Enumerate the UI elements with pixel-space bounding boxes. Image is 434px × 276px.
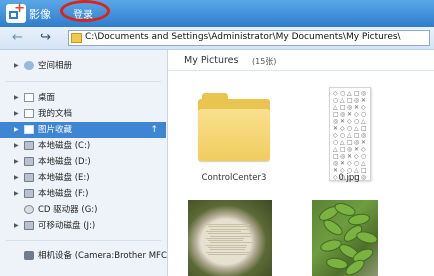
noodle-strand [210,242,254,244]
noodle-strand [208,253,249,255]
documents-icon [24,109,34,118]
content-area: My Pictures (15张) ControlCenter3 ◇ ○ △ □ ◎ ○ △… [168,50,434,276]
folder-icon [71,33,82,43]
noodle-strand [208,226,249,228]
sidebar-item-space-album[interactable]: ▶ 空间相册 [0,58,166,74]
drive-icon [24,157,34,166]
noodle-strand [206,244,247,246]
noodle-strand [210,228,248,230]
sidebar-item-cd-drive[interactable]: CD 驱动器 (G:) [0,202,166,218]
item-caption[interactable]: 0.jpg [319,173,379,183]
folder-thumbnail[interactable] [198,93,270,161]
noodle-strand [206,224,250,225]
forward-arrow-icon[interactable]: ↪ [40,30,51,46]
content-count: (15张) [252,57,277,66]
sidebar-item-drive-f[interactable]: ▶ 本地磁盘 (F:) [0,186,166,202]
noodle-strand [206,230,241,232]
noodle-strand [208,233,252,235]
red-annotation-circle [60,0,110,22]
noodle-strand [210,249,245,251]
removable-drive-icon [24,221,34,230]
address-text: C:\Documents and Settings\Administrator\… [85,32,401,42]
sidebar-item-drive-c[interactable]: ▶ 本地磁盘 (C:) [0,138,166,154]
noodle-strand [206,237,244,239]
noodle-strand [210,235,251,237]
pictures-icon [24,125,34,134]
desktop-icon [24,93,34,102]
cd-drive-icon [24,205,34,214]
sidebar-item-my-documents[interactable]: ▶ 我的文档 [0,106,166,122]
sidebar-item-pictures[interactable]: ▶ 图片收藏 ↑ [0,122,166,138]
divider [6,240,161,241]
drive-icon [24,189,34,198]
toolbar: ← ↪ C:\Documents and Settings\Administra… [0,27,434,50]
sidebar-item-camera[interactable]: 相机设备 (Camera:Brother MFC [0,248,167,264]
noodle-strand [208,240,243,242]
content-title: My Pictures [184,55,239,66]
image-thumbnail[interactable] [312,200,378,276]
pepper-shape [354,229,378,246]
title-bar: + 影像 登录 [0,0,434,27]
image-thumbnail[interactable] [188,200,272,276]
image-thumbnail[interactable]: ◇ ○ △ □ ◎ ○ △ □ ◎ ✕ △ □ ◎ ✕ ◇ □ ◎ ✕ ◇ ○ ◎ ✕ ◇ ○ △ ✕ ◇ ○ △ □ ◇ ○ △ □ ◎ ○ △ □ ◎ ✕… [329,87,371,181]
camera-icon [24,251,34,260]
pin-up-icon[interactable]: ↑ [150,122,158,138]
item-caption[interactable]: ControlCenter3 [184,173,284,183]
drive-icon [24,141,34,150]
sidebar: ▶ 空间相册 ▶ 桌面 ▶ 我的文档 ▶ 图片收藏 ↑ ▶ 本地磁盘 (C:) … [0,50,168,276]
back-arrow-icon[interactable]: ← [12,30,23,46]
content-header: My Pictures (15张) [168,50,434,71]
photo-add-icon[interactable]: + [6,2,26,23]
app-title: 影像 [29,8,51,21]
drive-icon [24,173,34,182]
sidebar-item-drive-d[interactable]: ▶ 本地磁盘 (D:) [0,154,166,170]
address-bar[interactable]: C:\Documents and Settings\Administrator\… [68,30,430,46]
sidebar-item-desktop[interactable]: ▶ 桌面 [0,90,166,106]
divider [6,81,161,82]
sidebar-item-drive-e[interactable]: ▶ 本地磁盘 (E:) [0,170,166,186]
pepper-shape [320,216,346,239]
noodle-strand [208,247,246,248]
cloud-album-icon [24,61,34,70]
noodle-strand [206,251,250,253]
sidebar-item-removable-drive[interactable]: ▶ 可移动磁盘 (J:) [0,218,166,234]
pepper-shape [342,256,368,276]
